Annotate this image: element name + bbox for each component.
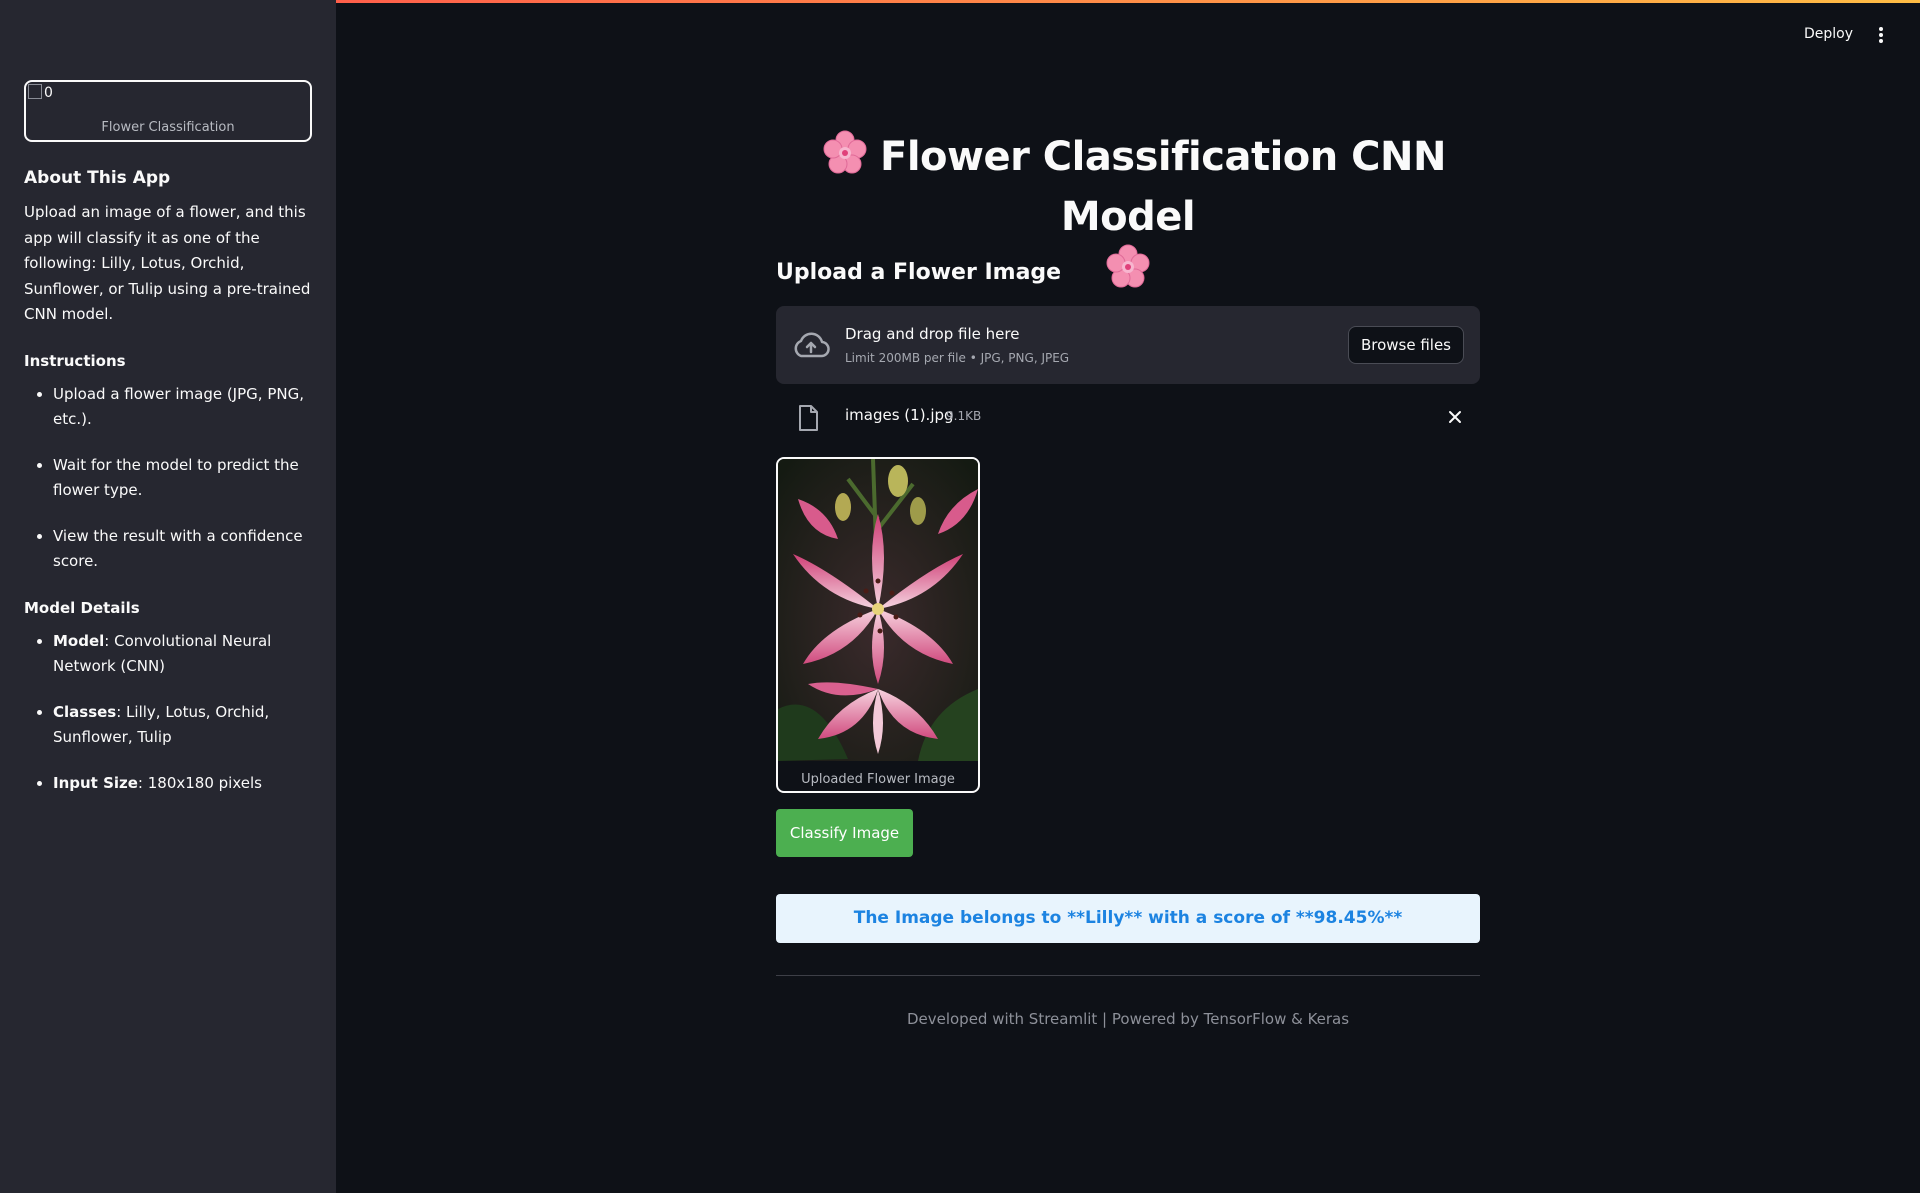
divider — [776, 975, 1480, 976]
model-detail-value: : 180x180 pixels — [137, 773, 262, 792]
classify-image-button[interactable]: Classify Image — [776, 809, 913, 857]
uploaded-image-card: Uploaded Flower Image — [776, 457, 980, 793]
remove-file-icon[interactable] — [1448, 409, 1462, 428]
broken-image-alt: 0 — [28, 84, 53, 101]
cherry-blossom-icon — [1105, 244, 1151, 304]
image-caption: Uploaded Flower Image — [801, 772, 955, 787]
dropzone-title: Drag and drop file here — [845, 325, 1020, 343]
page-title-text: Flower Classification CNN Model — [880, 134, 1446, 240]
footer-text: Developed with Streamlit | Powered by Te… — [906, 1010, 1350, 1028]
result-info-box: The Image belongs to **Lilly** with a sc… — [776, 894, 1480, 943]
dropzone-limit-text: Limit 200MB per file • JPG, PNG, JPEG — [845, 351, 1070, 365]
logo-caption: Flower Classification — [101, 120, 235, 135]
cherry-blossom-icon — [822, 130, 868, 190]
broken-image-icon — [28, 84, 42, 99]
uploaded-flower-image — [778, 459, 978, 761]
instructions-list: Upload a flower image (JPG, PNG, etc.). … — [24, 382, 312, 575]
main-menu-icon[interactable] — [1876, 27, 1886, 45]
model-detail-item: Model: Convolutional Neural Network (CNN… — [53, 629, 312, 680]
instruction-item: Wait for the model to predict the flower… — [53, 453, 312, 504]
model-detail-label: Input Size — [53, 773, 138, 792]
model-detail-label: Model — [53, 631, 105, 650]
instruction-item: Upload a flower image (JPG, PNG, etc.). — [53, 382, 312, 433]
model-details-list: Model: Convolutional Neural Network (CNN… — [24, 629, 312, 797]
uploaded-file-row: images (1).jpg 9.1KB — [776, 400, 1480, 436]
model-details-heading: Model Details — [24, 598, 140, 617]
file-name: images (1).jpg — [845, 406, 954, 424]
file-size: 9.1KB — [946, 409, 982, 423]
about-text: Upload an image of a flower, and this ap… — [24, 203, 311, 323]
upload-heading: Upload a Flower Image — [776, 260, 1062, 285]
model-detail-item: Input Size: 180x180 pixels — [53, 771, 312, 797]
browse-files-button[interactable]: Browse files — [1347, 326, 1464, 364]
about-heading: About This App — [24, 168, 171, 188]
deploy-button[interactable]: Deploy — [1804, 26, 1853, 42]
instruction-item: View the result with a confidence score. — [53, 524, 312, 575]
file-dropzone[interactable]: Drag and drop file here Limit 200MB per … — [776, 306, 1480, 384]
model-detail-label: Classes — [53, 702, 117, 721]
sidebar: 0 Flower Classification About This App U… — [0, 0, 336, 1193]
sidebar-logo-image: 0 Flower Classification — [24, 80, 312, 142]
cloud-upload-icon — [792, 330, 830, 364]
instructions-heading: Instructions — [24, 351, 126, 370]
file-icon — [798, 405, 818, 435]
model-detail-item: Classes: Lilly, Lotus, Orchid, Sunflower… — [53, 700, 312, 751]
